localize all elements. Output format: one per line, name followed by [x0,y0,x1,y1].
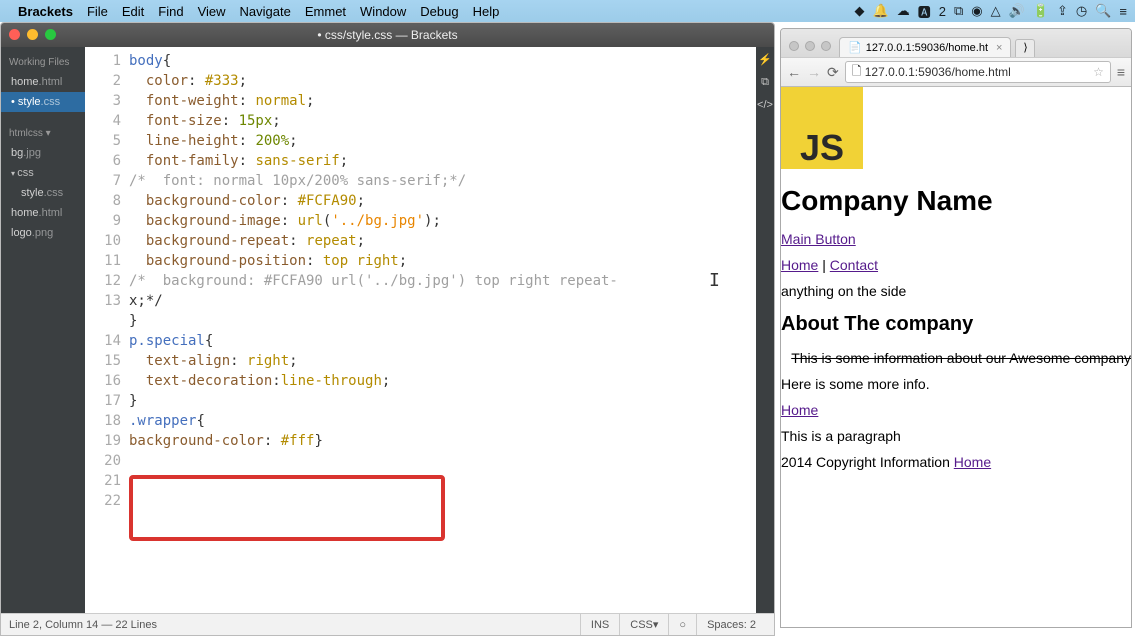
tree-folder[interactable]: css [1,163,85,183]
adobe-icon[interactable]: 🅰 [918,2,931,21]
working-file[interactable]: home.html [1,72,85,92]
footer-paragraph: 2014 Copyright Information Home [781,454,1131,470]
code-editor[interactable]: 12345678910111213 141516171819202122 bod… [85,47,774,613]
main-button-link[interactable]: Main Button [781,231,856,247]
menu-view[interactable]: View [198,4,226,19]
browser-close-icon[interactable] [789,41,799,51]
dropbox-icon[interactable]: ⧉ [954,3,963,19]
info-paragraph: Here is some more info. [781,376,1131,392]
new-tab-button[interactable]: ⟩ [1015,39,1035,57]
extensions-icon[interactable]: ⧉ [761,76,769,89]
zoom-window-icon[interactable] [45,29,56,40]
browser-toolbar: ← → ⟳ 🗋 127.0.0.1:59036/home.html ☆ ≡ [781,57,1131,87]
url-text: 127.0.0.1:59036/home.html [865,65,1011,79]
aside-text: anything on the side [781,283,1131,299]
volume-icon[interactable]: 🔊 [1009,3,1025,19]
code-icon[interactable]: </> [757,99,773,111]
strike-paragraph: This is some information about our Aweso… [781,350,1131,366]
menu-find[interactable]: Find [158,4,183,19]
brackets-titlebar: • css/style.css — Brackets [1,23,774,47]
menu-debug[interactable]: Debug [420,4,458,19]
menubar-status-icons: ◆ 🔔 ☁ 🅰 2 ⧉ ◉ △ 🔊 🔋 ⇪ ◷ 🔍 ≡ [855,2,1127,21]
working-files-header: Working Files [1,53,85,72]
browser-min-icon[interactable] [805,41,815,51]
live-preview-icon[interactable]: ⚡ [758,53,772,66]
cloud-icon[interactable]: ☁ [897,3,910,19]
browser-tab[interactable]: 📄 127.0.0.1:59036/home.ht × [839,37,1011,57]
close-window-icon[interactable] [9,29,20,40]
brackets-window: • css/style.css — Brackets Working Files… [0,22,775,636]
wifi-icon[interactable]: ⇪ [1057,3,1068,19]
page-h1: Company Name [781,185,1131,217]
num-icon[interactable]: 2 [939,4,946,19]
clock-icon[interactable]: ◷ [1076,3,1087,19]
highlight-annotation [129,475,445,541]
status-spaces[interactable]: Spaces: 2 [696,614,766,635]
menu-navigate[interactable]: Navigate [240,4,291,19]
tree-file[interactable]: bg.jpg [1,143,85,163]
tree-file[interactable]: home.html [1,203,85,223]
page-icon: 🗋 [852,62,862,83]
tree-file[interactable]: logo.png [1,223,85,243]
spotlight-icon[interactable]: 🔍 [1095,3,1111,19]
project-header[interactable]: htmlcss ▾ [1,124,85,143]
forward-button[interactable]: → [807,64,821,80]
status-lang[interactable]: CSS ▾ [619,614,668,635]
rendered-page: JS Company Name Main Button Home | Conta… [781,87,1131,627]
bookmark-icon[interactable]: ☆ [1093,65,1104,79]
home-link-2[interactable]: Home [781,402,818,418]
js-logo: JS [781,87,863,169]
browser-tabstrip: 📄 127.0.0.1:59036/home.ht × ⟩ [781,29,1131,57]
browser-window: 📄 127.0.0.1:59036/home.ht × ⟩ ← → ⟳ 🗋 12… [780,28,1132,628]
tree-file[interactable]: style.css [1,183,85,203]
brackets-statusbar: Line 2, Column 14 — 22 Lines INS CSS ▾ ○… [1,613,774,635]
status-circle-icon[interactable]: ○ [668,614,696,635]
working-file[interactable]: style.css [1,92,85,112]
plain-paragraph: This is a paragraph [781,428,1131,444]
mac-menubar: Brackets File Edit Find View Navigate Em… [0,0,1135,22]
browser-zoom-icon[interactable] [821,41,831,51]
nav-home-link[interactable]: Home [781,257,818,273]
list-icon[interactable]: ≡ [1119,4,1127,19]
address-bar[interactable]: 🗋 127.0.0.1:59036/home.html ☆ [845,61,1111,83]
menu-window[interactable]: Window [360,4,406,19]
back-button[interactable]: ← [787,64,801,80]
page-h2: About The company [781,313,1131,336]
nav-contact-link[interactable]: Contact [830,257,878,273]
sync-icon[interactable]: ◉ [971,3,982,19]
menu-file[interactable]: File [87,4,108,19]
app-name[interactable]: Brackets [18,4,73,19]
traffic-lights[interactable] [9,29,56,40]
tab-close-icon[interactable]: × [996,42,1002,54]
status-cursor: Line 2, Column 14 — 22 Lines [9,619,580,631]
menu-emmet[interactable]: Emmet [305,4,346,19]
page-favicon-icon: 📄 [848,41,862,54]
drive-icon[interactable]: △ [991,3,1001,19]
minimize-window-icon[interactable] [27,29,38,40]
notification-icon[interactable]: ◆ [855,3,865,19]
browser-menu-icon[interactable]: ≡ [1117,64,1125,80]
menu-help[interactable]: Help [473,4,500,19]
battery-icon[interactable]: 🔋 [1033,3,1049,19]
reload-button[interactable]: ⟳ [827,64,839,81]
menu-edit[interactable]: Edit [122,4,144,19]
status-ins[interactable]: INS [580,614,619,635]
bell-icon[interactable]: 🔔 [873,3,889,19]
window-title: • css/style.css — Brackets [317,28,457,42]
footer-home-link[interactable]: Home [954,454,991,470]
browser-traffic-lights[interactable] [789,41,831,51]
brackets-right-toolbar: ⚡ ⧉ </> [756,47,774,613]
tab-title: 127.0.0.1:59036/home.ht [866,42,988,54]
brackets-sidebar: Working Files home.htmlstyle.css htmlcss… [1,47,85,613]
